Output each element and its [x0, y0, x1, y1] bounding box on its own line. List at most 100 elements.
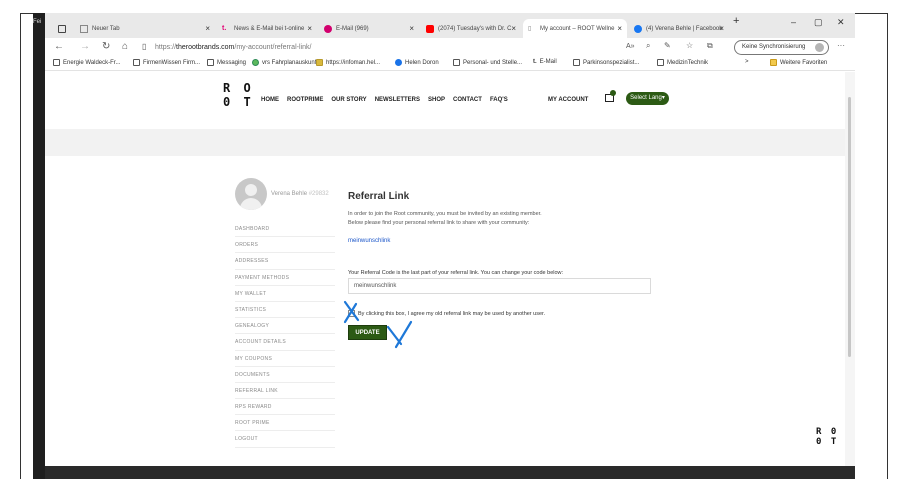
- tab-facebook[interactable]: (4) Verena Behle | Facebook ×: [629, 19, 729, 38]
- new-tab-button[interactable]: +: [733, 15, 739, 27]
- close-icon[interactable]: ×: [307, 24, 312, 33]
- bookmark-item[interactable]: FirmenWissen Firm...: [133, 59, 200, 66]
- back-icon[interactable]: ←: [54, 41, 64, 52]
- taskbar-strip: [45, 466, 855, 479]
- url-field[interactable]: https://therootbrands.com/my-account/ref…: [155, 41, 695, 55]
- bookmark-item[interactable]: Energie Waldeck-Fr...: [53, 59, 120, 66]
- home-icon[interactable]: ⌂: [122, 41, 128, 52]
- avatar: [235, 178, 267, 210]
- bookmark-item[interactable]: MedizinTechnik: [657, 59, 708, 66]
- tab-t-online[interactable]: t. News & E-Mail bei t-online ×: [217, 19, 317, 38]
- url-path: /my-account/referral-link/: [234, 44, 312, 51]
- cart-icon[interactable]: [605, 90, 616, 102]
- bookmark-label: Messaging: [217, 59, 247, 66]
- menu-item-our-story[interactable]: OUR STORY: [331, 97, 366, 103]
- menu-item-rootprime[interactable]: ROOTPRIME: [287, 97, 323, 103]
- url-prefix: https://: [155, 44, 177, 51]
- user-name-text: Verena Behle: [271, 191, 308, 197]
- site-logo[interactable]: R O 0 T: [223, 81, 254, 109]
- refresh-icon[interactable]: ↻: [102, 41, 110, 52]
- account-nav-statistics[interactable]: STATISTICS: [235, 302, 335, 319]
- page-title: Referral Link: [348, 191, 410, 202]
- globe-icon: [252, 59, 259, 66]
- bookmark-item[interactable]: Helen Doron: [395, 59, 439, 66]
- page-info-icon[interactable]: ▯: [142, 42, 146, 51]
- menu-item-contact[interactable]: CONTACT: [453, 97, 482, 103]
- menu-item-home[interactable]: HOME: [261, 97, 279, 103]
- referral-code-input[interactable]: meinwunschlink: [348, 278, 651, 294]
- agree-checkbox[interactable]: [348, 310, 355, 317]
- account-nav-rps-reward[interactable]: RPS REWARD: [235, 399, 335, 416]
- youtube-icon: [426, 24, 434, 33]
- close-icon[interactable]: ×: [409, 24, 414, 33]
- close-icon[interactable]: ×: [617, 24, 622, 33]
- bookmark-item[interactable]: vrs Fahrplanauskunft: [252, 59, 318, 66]
- referral-code-label: Your Referral Code is the last part of y…: [348, 270, 564, 276]
- my-account-link[interactable]: MY ACCOUNT: [548, 97, 588, 103]
- tab-youtube[interactable]: (2074) Tuesday's with Dr. C ×: [421, 19, 521, 38]
- read-aloud-icon[interactable]: A»: [626, 43, 635, 50]
- user-name: Verena Behle #29832: [271, 191, 329, 197]
- account-nav-root-prime[interactable]: ROOT PRIME: [235, 415, 335, 432]
- x-mark-update: [386, 320, 413, 349]
- update-button[interactable]: UPDATE: [348, 325, 387, 340]
- account-nav-referral-link[interactable]: REFERRAL LINK: [235, 383, 335, 400]
- other-favorites[interactable]: Weitere Favoriten: [770, 59, 827, 66]
- bookmark-icon: [316, 59, 323, 66]
- account-nav-dashboard[interactable]: DASHBOARD: [235, 221, 335, 238]
- menu-item-newsletters[interactable]: NEWSLETTERS: [375, 97, 420, 103]
- zoom-icon[interactable]: ⌕: [646, 41, 650, 51]
- account-navigation: DASHBOARD ORDERS ADDRESSES PAYMENT METHO…: [235, 221, 335, 448]
- tab-label: (2074) Tuesday's with Dr. C: [438, 25, 512, 32]
- tab-email[interactable]: E-Mail (969) ×: [319, 19, 419, 38]
- account-nav-my-coupons[interactable]: MY COUPONS: [235, 351, 335, 367]
- bookmark-label: Energie Waldeck-Fr...: [63, 59, 121, 66]
- bookmarks-overflow-icon[interactable]: >: [745, 59, 749, 65]
- extensions-icon[interactable]: ✎: [664, 41, 671, 50]
- minimize-button[interactable]: –: [791, 17, 796, 27]
- bookmark-item[interactable]: Parkinsonspezialist...: [573, 59, 639, 66]
- tab-label: Neuer Tab: [92, 25, 120, 32]
- forward-icon[interactable]: →: [80, 41, 90, 52]
- tab-new-tab[interactable]: Neuer Tab ×: [75, 19, 215, 38]
- select-language-button[interactable]: Select Lang▾: [626, 92, 669, 105]
- account-nav-account-details[interactable]: ACCOUNT DETAILS: [235, 334, 335, 351]
- menu-item-faqs[interactable]: FAQ'S: [490, 97, 508, 103]
- account-nav-genealogy[interactable]: GENEALOGY: [235, 318, 335, 335]
- bookmark-item[interactable]: Messaging: [207, 59, 246, 66]
- account-nav-payment-methods[interactable]: PAYMENT METHODS: [235, 270, 335, 286]
- workspaces-icon[interactable]: [53, 19, 67, 38]
- account-nav-orders[interactable]: ORDERS: [235, 237, 335, 254]
- account-nav-my-wallet[interactable]: MY WALLET: [235, 286, 335, 302]
- scrollbar-thumb[interactable]: [848, 97, 851, 357]
- close-icon[interactable]: ×: [719, 24, 724, 33]
- close-icon[interactable]: ×: [205, 24, 210, 33]
- collections-icon[interactable]: ⧉: [707, 41, 713, 51]
- account-nav-logout[interactable]: LOGOUT: [235, 431, 335, 448]
- maximize-button[interactable]: ▢: [814, 17, 823, 28]
- avatar-body: [240, 198, 262, 210]
- tab-my-account[interactable]: ▯ My account – ROOT Wellne ×: [523, 19, 627, 38]
- bookmark-label: https://infoman.hel...: [326, 59, 381, 66]
- close-window-button[interactable]: ✕: [837, 17, 845, 28]
- profile-avatar-icon: [815, 43, 824, 52]
- bookmark-item[interactable]: https://infoman.hel...: [316, 59, 380, 66]
- bookmark-item[interactable]: Personal- und Stelle...: [453, 59, 522, 66]
- sync-button[interactable]: Keine Synchronisierung: [734, 40, 829, 55]
- more-icon[interactable]: ···: [837, 41, 845, 50]
- description-line-2: Below please find your personal referral…: [348, 220, 530, 226]
- tab-label: E-Mail (969): [336, 25, 369, 32]
- account-nav-addresses[interactable]: ADDRESSES: [235, 253, 335, 270]
- page-icon: [453, 59, 460, 66]
- account-nav-documents[interactable]: DOCUMENTS: [235, 367, 335, 383]
- sync-label: Keine Synchronisierung: [742, 44, 806, 50]
- menu-item-shop[interactable]: SHOP: [428, 97, 445, 103]
- referral-link[interactable]: meinwunschlink: [348, 238, 390, 244]
- folder-icon: [770, 59, 777, 66]
- favorites-icon[interactable]: ☆: [686, 41, 693, 50]
- t-online-icon: t.: [222, 24, 227, 32]
- footer-logo: R 0 0 T: [816, 427, 839, 447]
- bookmark-item[interactable]: t. E-Mail: [533, 59, 557, 65]
- close-icon[interactable]: ×: [511, 24, 516, 33]
- tab-label: My account – ROOT Wellne: [540, 25, 615, 32]
